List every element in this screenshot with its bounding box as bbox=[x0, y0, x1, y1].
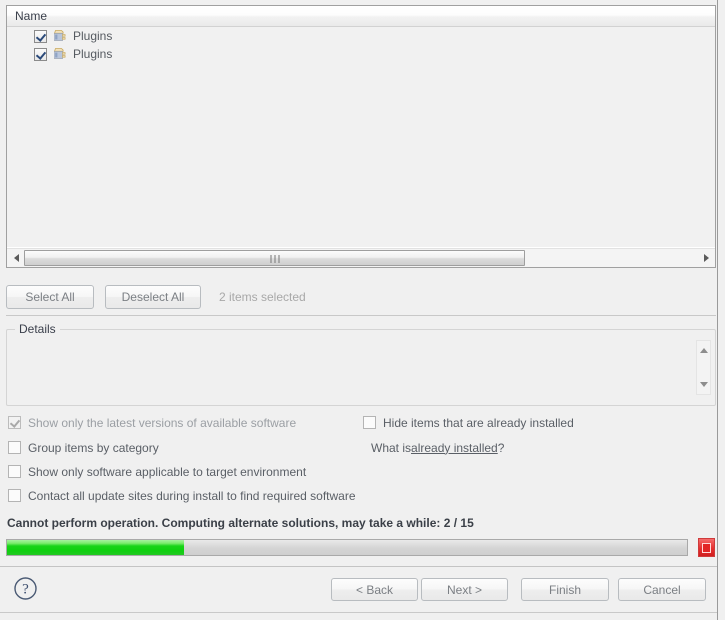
checkbox-contact-update-sites[interactable]: Contact all update sites during install … bbox=[8, 487, 356, 504]
what-is-prefix: What is bbox=[371, 440, 412, 455]
deselect-all-button[interactable]: Deselect All bbox=[105, 285, 201, 309]
column-header-name[interactable]: Name bbox=[7, 6, 47, 26]
triangle-down-icon[interactable] bbox=[697, 377, 710, 392]
checkbox-label: Show only software applicable to target … bbox=[28, 464, 307, 479]
scrollbar-thumb[interactable] bbox=[24, 250, 525, 266]
checkbox-label: Group items by category bbox=[28, 440, 159, 455]
tree-horizontal-scrollbar[interactable] bbox=[7, 248, 715, 267]
checkbox-box[interactable] bbox=[8, 465, 21, 478]
cancel-button[interactable]: Cancel bbox=[618, 578, 706, 601]
progress-bar-fill bbox=[7, 540, 184, 555]
chevron-right-icon[interactable] bbox=[698, 249, 714, 267]
table-row[interactable]: Plugins bbox=[7, 27, 715, 45]
section-divider bbox=[6, 315, 716, 316]
table-row[interactable]: Plugins bbox=[7, 45, 715, 63]
checkbox-label: Show only the latest versions of availab… bbox=[28, 415, 297, 430]
progress-bar bbox=[6, 539, 688, 556]
grip-dots-icon bbox=[270, 255, 279, 263]
tree-body[interactable]: Plugins Plugins bbox=[7, 27, 715, 247]
finish-button[interactable]: Finish bbox=[521, 578, 609, 601]
details-legend-label: Details bbox=[15, 322, 60, 336]
what-is-already-installed: What is already installed? bbox=[371, 439, 504, 456]
tree-item-label: Plugins bbox=[73, 29, 113, 43]
checkbox-box[interactable] bbox=[8, 489, 21, 502]
stop-square-icon bbox=[702, 542, 711, 553]
chevron-left-icon[interactable] bbox=[8, 249, 24, 267]
install-wizard-dialog: Name Plugins Plugins Select All Deselect… bbox=[0, 0, 725, 620]
checkbox-box[interactable] bbox=[8, 441, 21, 454]
available-software-tree-panel: Name Plugins Plugins bbox=[6, 5, 716, 268]
checkbox-group-items-by-category[interactable]: Group items by category bbox=[8, 439, 159, 456]
what-is-suffix: ? bbox=[497, 440, 505, 455]
items-selected-status: 2 items selected bbox=[219, 290, 306, 304]
already-installed-link[interactable]: already installed bbox=[411, 441, 498, 455]
plugin-icon bbox=[52, 28, 68, 44]
tree-item-label: Plugins bbox=[73, 47, 113, 61]
checkbox-label: Hide items that are already installed bbox=[383, 415, 574, 430]
svg-text:?: ? bbox=[22, 582, 29, 598]
tree-header-row: Name bbox=[7, 6, 715, 27]
checkbox-hide-already-installed[interactable]: Hide items that are already installed bbox=[363, 414, 574, 431]
details-body-text bbox=[13, 338, 689, 399]
checkbox-label: Contact all update sites during install … bbox=[28, 488, 356, 503]
row-checkbox[interactable] bbox=[34, 29, 47, 43]
plugin-icon bbox=[52, 46, 68, 62]
details-group: Details bbox=[6, 322, 716, 406]
checkbox-show-latest-versions[interactable]: Show only the latest versions of availab… bbox=[8, 414, 296, 431]
options-section: Show only the latest versions of availab… bbox=[6, 414, 716, 506]
window-right-gutter bbox=[718, 0, 725, 620]
dialog-bottom-edge bbox=[0, 612, 717, 613]
checkbox-box[interactable] bbox=[8, 416, 21, 429]
back-button[interactable]: < Back bbox=[331, 578, 418, 601]
status-message: Cannot perform operation. Computing alte… bbox=[7, 516, 474, 530]
select-all-button[interactable]: Select All bbox=[6, 285, 94, 309]
checkbox-box[interactable] bbox=[363, 416, 376, 429]
triangle-up-icon[interactable] bbox=[697, 343, 710, 358]
row-checkbox[interactable] bbox=[34, 47, 47, 61]
stop-operation-button[interactable] bbox=[698, 538, 715, 557]
question-mark-icon[interactable]: ? bbox=[13, 576, 38, 601]
selection-toolbar: Select All Deselect All 2 items selected bbox=[6, 285, 716, 316]
details-vertical-scrollbar[interactable] bbox=[696, 340, 711, 395]
next-button[interactable]: Next > bbox=[421, 578, 508, 601]
checkbox-show-applicable-software[interactable]: Show only software applicable to target … bbox=[8, 463, 306, 480]
